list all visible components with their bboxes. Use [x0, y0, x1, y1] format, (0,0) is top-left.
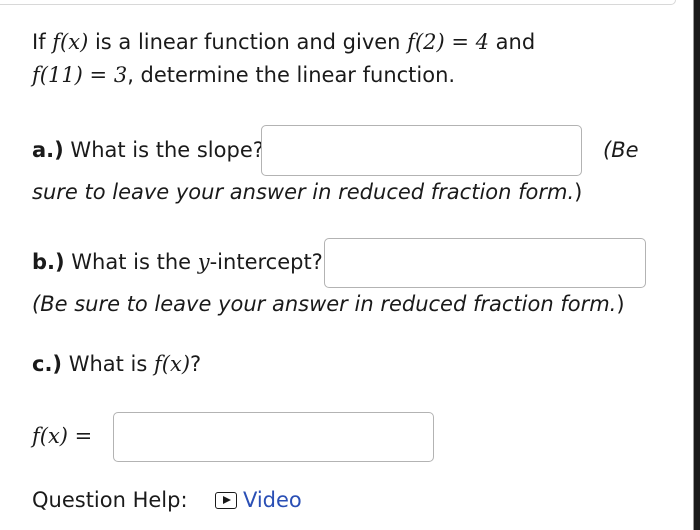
fx-input[interactable]	[113, 412, 434, 462]
question-text: , determine the linear function.	[127, 63, 456, 87]
part-c-prompt: c.) What is f(x)?	[32, 352, 201, 376]
question-line-1: If f(x) is a linear function and given f…	[32, 30, 535, 54]
part-b-label: b.)	[32, 250, 65, 274]
part-c-label: c.)	[32, 352, 63, 376]
question-text: If	[32, 30, 53, 54]
part-a-prompt: a.) What is the slope?	[32, 138, 264, 162]
panel-top-border	[0, 0, 676, 5]
question-line-2: f(11) = 3, determine the linear function…	[32, 63, 455, 87]
part-b-note-close: )	[616, 292, 625, 316]
part-a-note-close: )	[574, 180, 583, 204]
slope-input[interactable]	[261, 125, 582, 176]
math-fx: f(x)	[52, 30, 89, 54]
question-text: and	[489, 30, 536, 54]
part-c-qmark: ?	[190, 352, 202, 376]
question-help: Question Help: Video	[32, 488, 302, 512]
part-a-note: sure to leave your answer in reduced fra…	[32, 180, 582, 204]
part-a-label: a.)	[32, 138, 64, 162]
math-y: y	[197, 250, 210, 274]
question-text: is a linear function and given	[88, 30, 408, 54]
part-b-text: -intercept?	[209, 250, 323, 274]
math-fx: f(x)	[154, 352, 191, 376]
math-f2: f(2) = 4	[407, 30, 489, 54]
video-link-label: Video	[242, 488, 302, 512]
play-icon	[214, 492, 237, 509]
part-b-note-text: (Be sure to leave your answer in reduced…	[32, 292, 617, 316]
video-link[interactable]: Video	[214, 488, 302, 512]
part-a-note-text: sure to leave your answer in reduced fra…	[32, 180, 575, 204]
part-a-text: What is the slope?	[63, 138, 264, 162]
part-b-note: (Be sure to leave your answer in reduced…	[32, 292, 625, 316]
question-help-label: Question Help:	[32, 488, 188, 512]
fx-equals-label: f(x) =	[32, 424, 93, 448]
window-edge	[694, 0, 700, 530]
part-a-note-start: (Be	[603, 138, 639, 162]
y-intercept-input[interactable]	[324, 238, 646, 288]
part-c-text: What is	[62, 352, 155, 376]
math-f11: f(11) = 3	[32, 63, 128, 87]
part-b-prompt: b.) What is the y-intercept?	[32, 250, 323, 274]
part-b-text: What is the	[64, 250, 198, 274]
